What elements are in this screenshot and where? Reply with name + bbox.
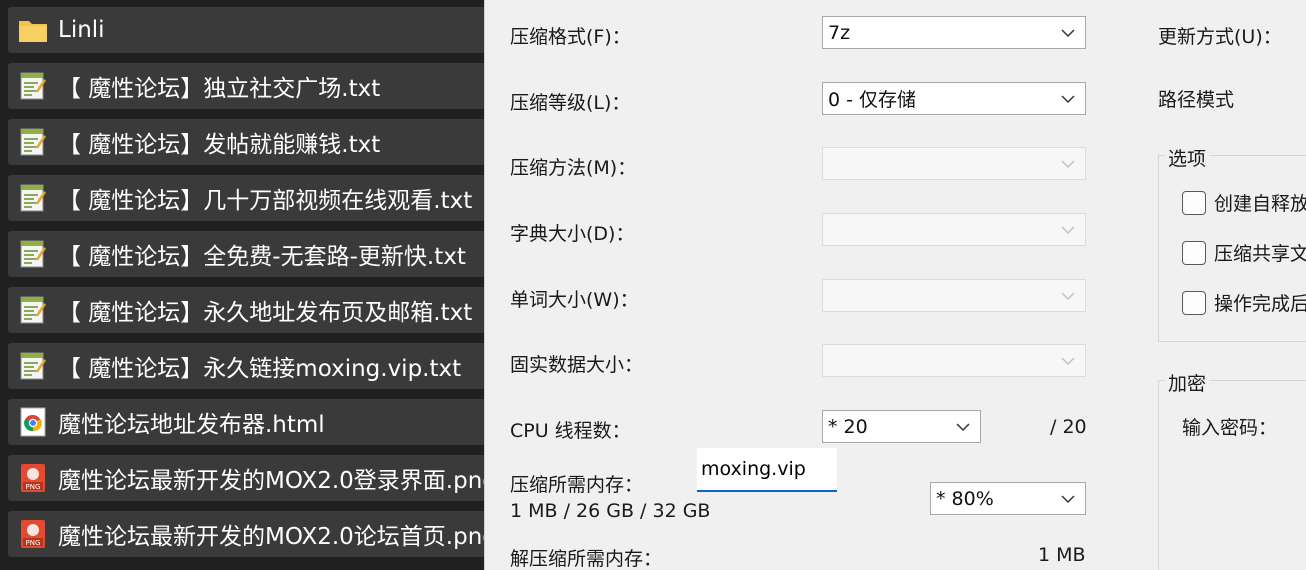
level-label: 压缩等级(L)： xyxy=(510,92,631,114)
create-sfx-checkbox[interactable]: 创建自释放 xyxy=(1182,189,1306,216)
file-item[interactable]: 【 魔性论坛】全免费-无套路-更新快.txt xyxy=(8,231,484,277)
text-file-icon xyxy=(18,351,48,381)
file-item[interactable]: 【 魔性论坛】永久链接moxing.vip.txt xyxy=(8,343,484,389)
file-name: 【 魔性论坛】全免费-无套路-更新快.txt xyxy=(58,244,466,270)
level-select[interactable]: 0 - 仅存储 xyxy=(822,82,1086,115)
word-size-select[interactable] xyxy=(822,279,1086,312)
add-to-archive-dialog: 压缩格式(F)： 7z 压缩等级(L)： 0 - 仅存储 压缩方法(M)： 字典… xyxy=(484,0,1306,570)
format-select[interactable]: 7z xyxy=(822,16,1086,49)
folder-icon xyxy=(18,15,48,45)
compress-memory-label: 压缩所需内存： xyxy=(510,474,644,496)
memory-usage-value: * 80% xyxy=(936,487,994,510)
checkbox-box[interactable] xyxy=(1182,290,1206,315)
chrome-html-icon xyxy=(18,407,48,437)
path-mode-label: 路径模式 xyxy=(1158,89,1235,111)
create-sfx-label: 创建自释放 xyxy=(1214,193,1306,215)
file-name: 【 魔性论坛】独立社交广场.txt xyxy=(58,76,381,102)
file-name: 魔性论坛最新开发的MOX2.0登录界面.png xyxy=(58,468,484,494)
solid-size-label: 固实数据大小： xyxy=(510,354,644,376)
file-item[interactable]: 【 魔性论坛】发帖就能赚钱.txt xyxy=(8,119,484,165)
method-label: 压缩方法(M)： xyxy=(510,157,637,179)
format-value: 7z xyxy=(828,21,851,44)
format-label: 压缩格式(F)： xyxy=(510,26,631,48)
png-image-icon: PNG xyxy=(18,463,48,493)
file-name: 魔性论坛地址发布器.html xyxy=(58,412,325,438)
chevron-down-icon xyxy=(1061,357,1075,366)
encryption-group-title: 加密 xyxy=(1165,369,1210,396)
chevron-down-icon xyxy=(1061,95,1075,104)
update-mode-label: 更新方式(U)： xyxy=(1158,26,1282,48)
file-item[interactable]: PNG 魔性论坛最新开发的MOX2.0论坛首页.png xyxy=(8,511,484,557)
file-name: 【 魔性论坛】发帖就能赚钱.txt xyxy=(58,132,381,158)
delete-after-label: 操作完成后 xyxy=(1214,293,1306,315)
text-file-icon xyxy=(18,239,48,269)
file-item[interactable]: 【 魔性论坛】永久地址发布页及邮箱.txt xyxy=(8,287,484,333)
options-group-title: 选项 xyxy=(1165,144,1210,171)
file-name: 魔性论坛最新开发的MOX2.0论坛首页.png xyxy=(58,524,484,550)
file-item[interactable]: 【 魔性论坛】独立社交广场.txt xyxy=(8,63,484,109)
cpu-threads-value: * 20 xyxy=(828,415,868,438)
chevron-down-icon xyxy=(1061,292,1075,301)
dictionary-select[interactable] xyxy=(822,213,1086,246)
text-file-icon xyxy=(18,183,48,213)
cpu-threads-label: CPU 线程数： xyxy=(510,420,631,442)
file-name: 【 魔性论坛】几十万部视频在线观看.txt xyxy=(58,188,473,214)
compress-memory-detail: 1 MB / 26 GB / 32 GB xyxy=(510,500,711,522)
svg-text:PNG: PNG xyxy=(26,539,41,547)
file-name: Linli xyxy=(58,17,105,43)
memory-usage-select[interactable]: * 80% xyxy=(930,482,1086,515)
chevron-down-icon xyxy=(1061,29,1075,38)
word-size-label: 单词大小(W)： xyxy=(510,289,639,311)
level-value: 0 - 仅存储 xyxy=(828,89,917,111)
password-label: 输入密码： xyxy=(1182,417,1278,439)
checkbox-box[interactable] xyxy=(1182,190,1206,215)
file-item-folder[interactable]: Linli xyxy=(8,7,484,53)
encryption-group xyxy=(1158,380,1306,570)
chevron-down-icon xyxy=(1061,160,1075,169)
password-input[interactable] xyxy=(697,448,837,492)
chevron-down-icon xyxy=(1061,226,1075,235)
solid-size-select[interactable] xyxy=(822,344,1086,377)
text-file-icon xyxy=(18,127,48,157)
file-item[interactable]: PNG 魔性论坛最新开发的MOX2.0登录界面.png xyxy=(8,455,484,501)
file-item[interactable]: 魔性论坛地址发布器.html xyxy=(8,399,484,445)
dictionary-label: 字典大小(D)： xyxy=(510,223,635,245)
cpu-threads-select[interactable]: * 20 xyxy=(822,410,981,443)
file-name: 【 魔性论坛】永久地址发布页及邮箱.txt xyxy=(58,300,473,326)
png-image-icon: PNG xyxy=(18,519,48,549)
chevron-down-icon xyxy=(956,423,970,432)
compress-shared-checkbox[interactable]: 压缩共享文 xyxy=(1182,239,1306,266)
file-item[interactable]: 【 魔性论坛】几十万部视频在线观看.txt xyxy=(8,175,484,221)
decompress-memory-value: 1 MB xyxy=(1038,544,1086,566)
file-name: 【 魔性论坛】永久链接moxing.vip.txt xyxy=(58,356,462,382)
svg-text:PNG: PNG xyxy=(26,483,41,491)
text-file-icon xyxy=(18,71,48,101)
text-file-icon xyxy=(18,295,48,325)
chevron-down-icon xyxy=(1061,495,1075,504)
delete-after-checkbox[interactable]: 操作完成后 xyxy=(1182,289,1306,316)
file-list-panel: Linli 【 魔性论坛】独立社交广场.txt 【 魔性论坛】发帖就能赚钱.tx… xyxy=(0,0,484,570)
compress-shared-label: 压缩共享文 xyxy=(1214,243,1306,265)
method-select[interactable] xyxy=(822,147,1086,180)
checkbox-box[interactable] xyxy=(1182,240,1206,265)
decompress-memory-label: 解压缩所需内存： xyxy=(510,548,663,570)
cpu-threads-max: / 20 xyxy=(1050,416,1087,438)
